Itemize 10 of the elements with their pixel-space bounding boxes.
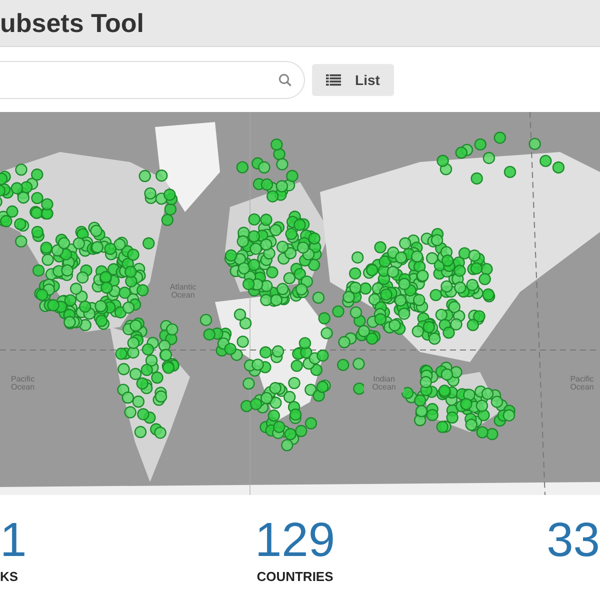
list-view-button[interactable]: List	[312, 64, 394, 96]
stat-label: KS	[0, 569, 18, 584]
stat-number: 33	[546, 517, 600, 565]
stat-label: COUNTRIES	[256, 569, 334, 584]
page-title: ubsets Tool	[0, 8, 144, 38]
list-icon	[326, 74, 342, 86]
stat-number: 1	[0, 517, 27, 565]
stat-number: 129	[254, 517, 336, 565]
search-icon	[278, 72, 292, 86]
search-field[interactable]	[0, 60, 305, 98]
